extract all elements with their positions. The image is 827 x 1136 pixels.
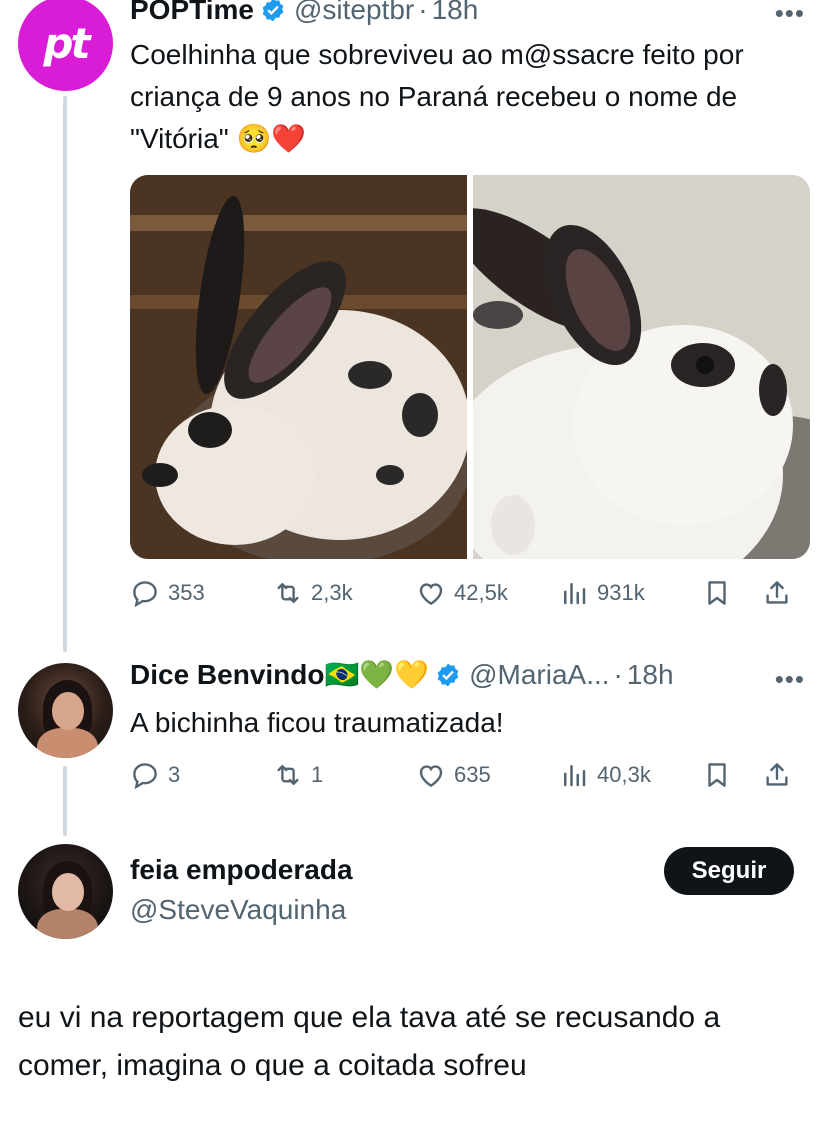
tweet-header: feia empoderada xyxy=(130,854,353,886)
reply-count: 3 xyxy=(168,762,181,787)
bookmark-button[interactable] xyxy=(702,578,762,608)
author-name[interactable]: POPTime xyxy=(130,0,254,26)
retweet-count: 2,3k xyxy=(311,580,353,605)
verified-icon xyxy=(262,0,284,22)
author-handle[interactable]: @MariaA... xyxy=(469,659,609,691)
views-icon xyxy=(564,765,586,787)
tweet-text: A bichinha ficou traumatizada! xyxy=(130,707,504,738)
views-count: 931k xyxy=(597,580,645,605)
more-icon[interactable]: ••• xyxy=(775,0,805,29)
like-button[interactable]: 42,5k xyxy=(416,578,559,608)
share-icon xyxy=(766,581,788,604)
more-icon[interactable]: ••• xyxy=(775,664,805,695)
timestamp[interactable]: 18h xyxy=(432,0,479,26)
author-handle[interactable]: @SteveVaquinha xyxy=(130,894,346,926)
reply-button[interactable]: 3 xyxy=(130,760,273,790)
thread-line xyxy=(63,766,67,836)
retweet-button[interactable]: 2,3k xyxy=(273,578,416,608)
author-name[interactable]: feia empoderada xyxy=(130,854,353,886)
tweet-media[interactable] xyxy=(130,175,810,559)
like-count: 42,5k xyxy=(454,580,508,605)
retweet-button[interactable]: 1 xyxy=(273,760,416,790)
share-icon xyxy=(766,763,788,786)
thread-line xyxy=(63,96,67,652)
tweet-text: eu vi na reportagem que ela tava até se … xyxy=(18,1001,721,1082)
reply-button[interactable]: 353 xyxy=(130,578,273,608)
reply-icon xyxy=(133,763,157,790)
retweet-icon xyxy=(277,583,299,603)
reply-icon xyxy=(133,581,157,608)
follow-button[interactable]: Seguir xyxy=(664,847,794,895)
avatar[interactable]: pt xyxy=(18,0,113,91)
retweet-icon xyxy=(277,765,299,785)
share-button[interactable] xyxy=(762,760,802,790)
tweet-header: Dice Benvindo🇧🇷💚💛 @MariaA... · 18h xyxy=(130,658,674,691)
tweet-actions: 3 1 635 40,3k xyxy=(130,760,810,790)
separator-dot: · xyxy=(613,658,623,690)
like-button[interactable]: 635 xyxy=(416,760,559,790)
views-count: 40,3k xyxy=(597,762,651,787)
timestamp[interactable]: 18h xyxy=(627,659,674,691)
views-button[interactable]: 40,3k xyxy=(559,760,702,790)
avatar[interactable] xyxy=(18,663,113,758)
rabbit-illustration xyxy=(473,175,810,559)
like-icon xyxy=(419,765,443,788)
reply-count: 353 xyxy=(168,580,205,605)
tweet-actions: 353 2,3k 42,5k 931k xyxy=(130,578,810,608)
author-name[interactable]: Dice Benvindo🇧🇷💚💛 xyxy=(130,658,429,691)
views-button[interactable]: 931k xyxy=(559,578,702,608)
like-count: 635 xyxy=(454,762,491,787)
bookmark-button[interactable] xyxy=(702,760,762,790)
author-handle[interactable]: @siteptbr xyxy=(294,0,414,26)
avatar-logo-text: pt xyxy=(43,19,90,68)
rabbit-photo-right[interactable] xyxy=(473,175,810,559)
rabbit-illustration xyxy=(130,175,467,559)
separator-dot: · xyxy=(418,0,428,25)
verified-icon xyxy=(437,663,459,686)
like-icon xyxy=(419,583,443,606)
avatar[interactable] xyxy=(18,844,113,939)
rabbit-photo-left[interactable] xyxy=(130,175,467,559)
retweet-count: 1 xyxy=(311,762,324,787)
bookmark-icon xyxy=(708,581,726,605)
bookmark-icon xyxy=(708,763,726,787)
tweet-text: Coelhinha que sobreviveu ao m@ssacre fei… xyxy=(130,39,744,154)
views-icon xyxy=(564,583,586,605)
share-button[interactable] xyxy=(762,578,802,608)
tweet-header: POPTime @siteptbr · 18h xyxy=(130,0,478,26)
author-handle-row: @SteveVaquinha xyxy=(130,894,346,926)
